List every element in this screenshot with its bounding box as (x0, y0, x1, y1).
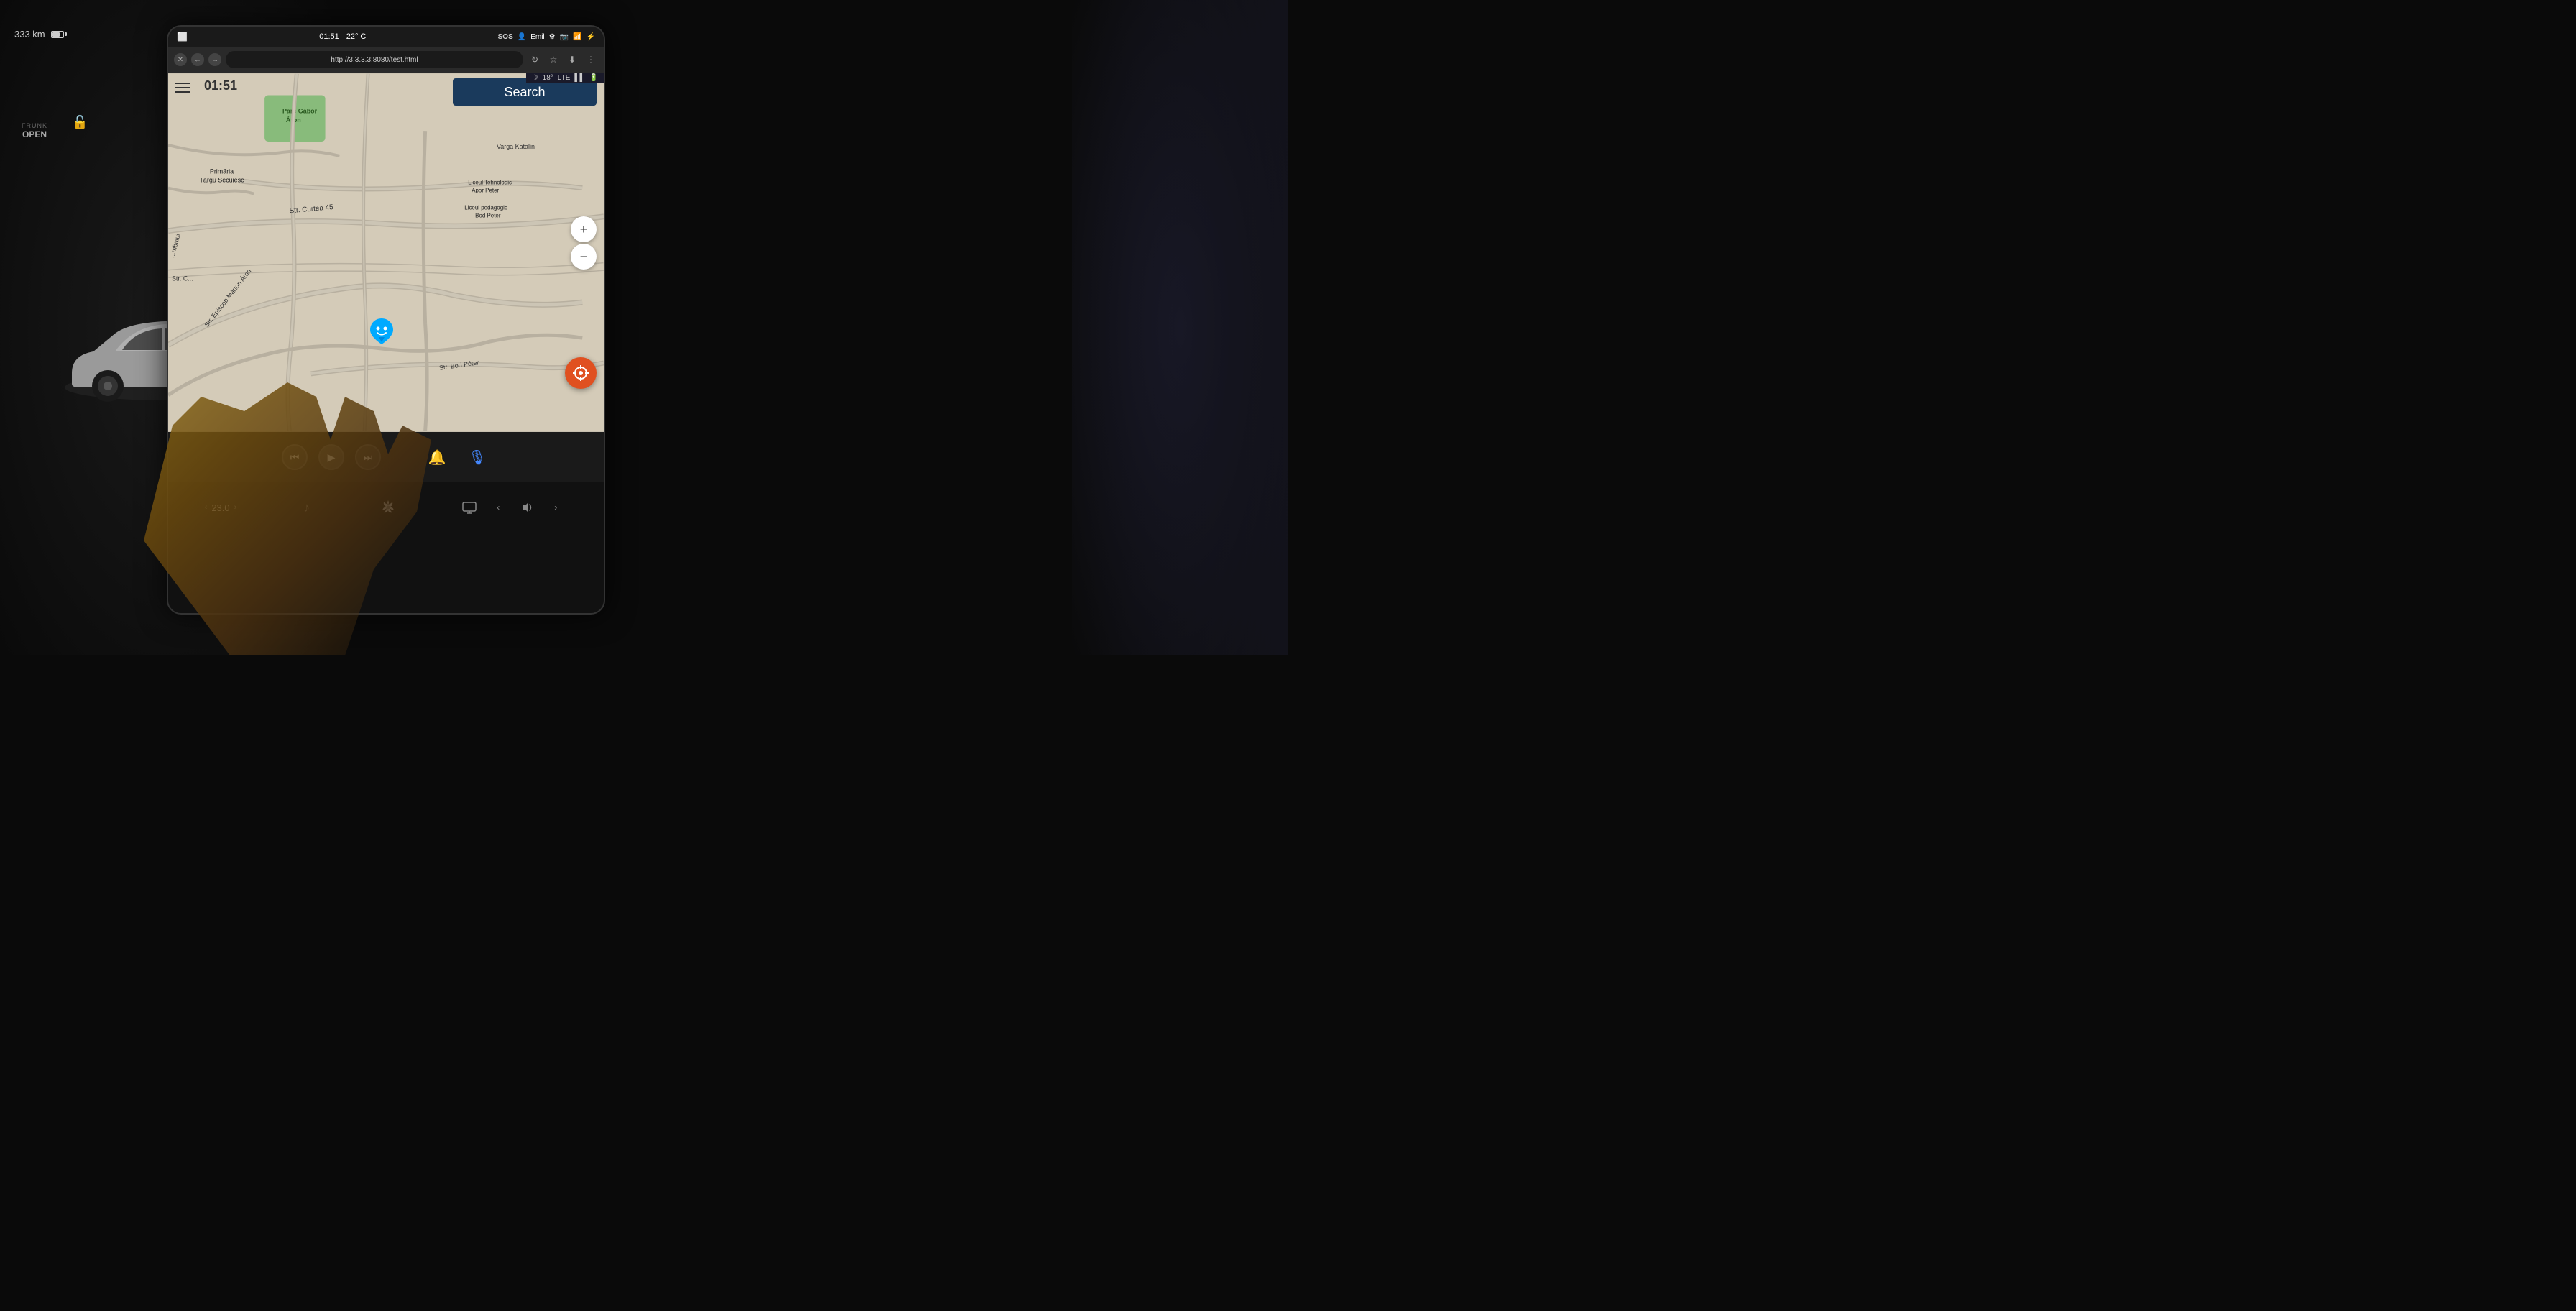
vol-right-arrow: › (554, 502, 557, 512)
status-right: SOS 👤 Emil ⚙ 📷 📶 ⚡ (498, 33, 595, 41)
frunk-open-text: OPEN (22, 129, 47, 139)
speaker-icon (520, 500, 534, 515)
music-icon: ♪ (303, 500, 310, 515)
menu-line-1 (175, 83, 190, 84)
svg-text:Parc Gabor: Parc Gabor (282, 107, 318, 114)
play-pause-button[interactable]: ▶ (318, 444, 344, 470)
settings-icon: ⚙ (549, 33, 556, 41)
volume-down-button[interactable]: ‹ (487, 496, 510, 519)
back-button[interactable]: ← (191, 53, 204, 66)
status-center: 01:51 22° C (319, 32, 366, 41)
temperature-control[interactable]: ‹ 23.0 › (205, 502, 237, 513)
volume-icon (515, 496, 538, 519)
battery-icon (51, 31, 67, 38)
menu-line-2 (175, 87, 190, 88)
location-center-button[interactable] (565, 357, 597, 389)
mic-button[interactable]: 🎙 (464, 444, 490, 470)
svg-text:Târgu Secuiesc: Târgu Secuiesc (199, 177, 244, 184)
download-button[interactable]: ⬇ (565, 52, 579, 67)
next-track-button[interactable]: ⏭ (355, 444, 381, 470)
music-note-button[interactable]: ♪ (295, 496, 318, 519)
right-bottom-controls: ‹ › (458, 496, 567, 519)
vol-left-arrow: ‹ (497, 502, 500, 512)
next-icon: ⏭ (364, 451, 373, 464)
map-status-overlay: ☽ 18° LTE ▌▌ 🔋 (526, 73, 604, 83)
temp-right-chevron[interactable]: › (234, 503, 237, 512)
status-left: ⬜ (177, 32, 188, 42)
map-menu-button[interactable] (172, 76, 195, 99)
frunk-label: FRUNK (22, 122, 47, 129)
lock-icon: 🔓 (72, 115, 88, 130)
signal-bars: ▌▌ (574, 74, 584, 82)
lte-text: LTE (558, 74, 571, 82)
status-time: 01:51 (319, 32, 339, 41)
forward-button[interactable]: → (208, 53, 221, 66)
svg-text:Liceul Tehnologic: Liceul Tehnologic (468, 180, 512, 186)
bookmark-button[interactable]: ☆ (546, 52, 561, 67)
svg-text:Liceul pedagogic: Liceul pedagogic (464, 204, 507, 211)
playback-controls: ⏮ ▶ ⏭ (282, 444, 381, 470)
temperature-value: 23.0 (211, 502, 229, 513)
map-zoom-controls: + − (571, 216, 597, 270)
map-svg: Parc Gabor Áron (168, 73, 604, 432)
url-bar[interactable]: http://3.3.3.3:8080/test.html (226, 51, 523, 68)
location-icon (573, 365, 589, 381)
android-status-bar: ⬜ 01:51 22° C SOS 👤 Emil ⚙ 📷 📶 ⚡ (168, 27, 604, 47)
svg-text:Apor Peter: Apor Peter (472, 188, 499, 194)
close-button[interactable]: ✕ (174, 53, 187, 66)
moon-icon: ☽ (532, 74, 538, 82)
prev-icon: ⏮ (290, 451, 300, 464)
prev-track-button[interactable]: ⏮ (282, 444, 308, 470)
map-overlay-temp: 18° (543, 74, 553, 82)
bluetooth-icon: ⚡ (586, 33, 595, 41)
svg-text:Str. C...: Str. C... (172, 275, 193, 282)
url-text: http://3.3.3.3:8080/test.html (331, 56, 418, 64)
sos-button[interactable]: SOS (498, 33, 513, 41)
waze-marker-svg (369, 317, 395, 346)
svg-text:Bod Peter: Bod Peter (475, 212, 501, 218)
fan-icon (380, 499, 397, 516)
reload-button[interactable]: ↻ (528, 52, 542, 67)
media-controls-bar: ⏮ ▶ ⏭ 🔔 🎙 (168, 432, 604, 482)
waze-nav-marker (369, 317, 395, 349)
browser-chrome: ✕ ← → http://3.3.3.3:8080/test.html ↻ ☆ … (168, 47, 604, 73)
battery-range-text: 333 km (14, 29, 45, 40)
status-temp: 22° C (346, 32, 367, 41)
tablet-frame: ⬜ 01:51 22° C SOS 👤 Emil ⚙ 📷 📶 ⚡ ✕ ← → h… (167, 25, 605, 615)
user-icon: 👤 (518, 33, 526, 41)
map-time-display: 01:51 (204, 78, 237, 93)
volume-up-button[interactable]: › (544, 496, 567, 519)
search-text: Search (504, 85, 545, 100)
menu-line-3 (175, 91, 190, 93)
camera-icon: 📷 (560, 33, 569, 41)
temp-left-chevron[interactable]: ‹ (205, 503, 208, 512)
zoom-out-button[interactable]: − (571, 244, 597, 270)
user-name: Emil (530, 33, 544, 41)
svg-text:Varga Katalin: Varga Katalin (497, 143, 535, 150)
frunk-status: FRUNK OPEN (22, 122, 47, 139)
tab-icon: ⬜ (177, 32, 188, 42)
more-button[interactable]: ⋮ (584, 52, 598, 67)
map-battery-icon: 🔋 (589, 74, 598, 82)
zoom-in-button[interactable]: + (571, 216, 597, 242)
screen-toggle-button[interactable] (458, 496, 481, 519)
right-background (1072, 0, 1288, 656)
battery-range-display: 333 km (14, 29, 67, 40)
screen-icon (462, 500, 477, 515)
play-icon: ▶ (328, 451, 336, 464)
map-container[interactable]: Parc Gabor Áron (168, 73, 604, 432)
wifi-icon: 📶 (573, 33, 581, 41)
bell-button[interactable]: 🔔 (424, 444, 450, 470)
temp-number: 23.0 (211, 502, 229, 513)
bottom-controls-bar: ‹ 23.0 › ♪ (168, 482, 604, 533)
svg-text:Primăria: Primăria (210, 168, 234, 175)
fan-button[interactable] (377, 496, 400, 519)
notification-controls: 🔔 🎙 (424, 444, 490, 470)
